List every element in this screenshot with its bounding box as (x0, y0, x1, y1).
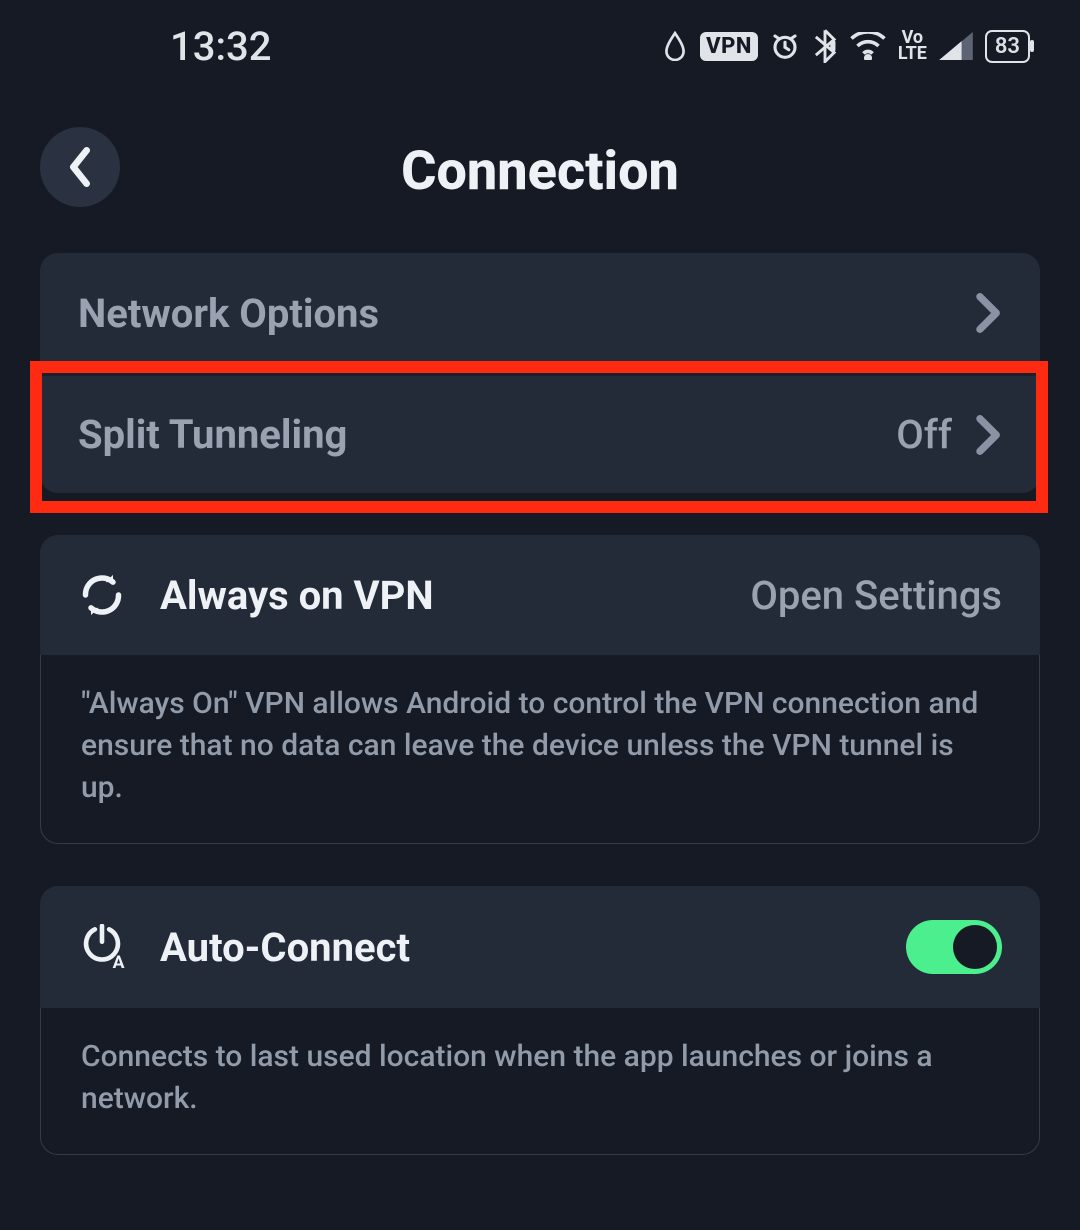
chevron-left-icon (64, 147, 96, 187)
signal-icon (939, 32, 973, 60)
back-button[interactable] (40, 127, 120, 207)
volte-icon: VoLTE (898, 30, 927, 62)
open-settings-link[interactable]: Open Settings (750, 572, 1002, 619)
row-label: Split Tunneling (78, 411, 896, 458)
page-header: Connection (0, 80, 1080, 253)
settings-group-auto-connect: A Auto-Connect (40, 886, 1040, 1008)
settings-group-1: Network Options Split Tunneling Off (40, 253, 1040, 493)
row-label: Always on VPN (160, 572, 750, 619)
row-label: Auto-Connect (160, 924, 906, 971)
always-on-description: "Always On" VPN allows Android to contro… (40, 655, 1040, 844)
row-always-on-vpn[interactable]: Always on VPN Open Settings (40, 535, 1040, 655)
page-title: Connection (401, 140, 679, 203)
row-label: Network Options (78, 290, 976, 337)
refresh-icon (78, 571, 126, 619)
row-value: Off (896, 411, 952, 458)
status-time: 13:32 (170, 23, 271, 70)
battery-icon: 83 (985, 30, 1030, 63)
wifi-icon (850, 32, 886, 60)
auto-connect-toggle[interactable] (906, 920, 1002, 974)
chevron-right-icon (976, 415, 1002, 455)
svg-text:A: A (113, 953, 125, 970)
chevron-right-icon (976, 293, 1002, 333)
row-auto-connect[interactable]: A Auto-Connect (40, 886, 1040, 1008)
vpn-icon: VPN (700, 32, 758, 61)
status-icons: VPN VoLTE 83 (662, 29, 1030, 63)
alarm-icon (770, 31, 800, 61)
row-network-options[interactable]: Network Options (40, 253, 1040, 373)
status-bar: 13:32 VPN VoLTE 83 (0, 0, 1080, 80)
bluetooth-icon (812, 29, 838, 63)
power-auto-icon: A (78, 923, 126, 971)
row-split-tunneling[interactable]: Split Tunneling Off (40, 373, 1040, 493)
drop-icon (662, 31, 688, 61)
settings-group-always-on: Always on VPN Open Settings (40, 535, 1040, 655)
auto-connect-description: Connects to last used location when the … (40, 1008, 1040, 1155)
